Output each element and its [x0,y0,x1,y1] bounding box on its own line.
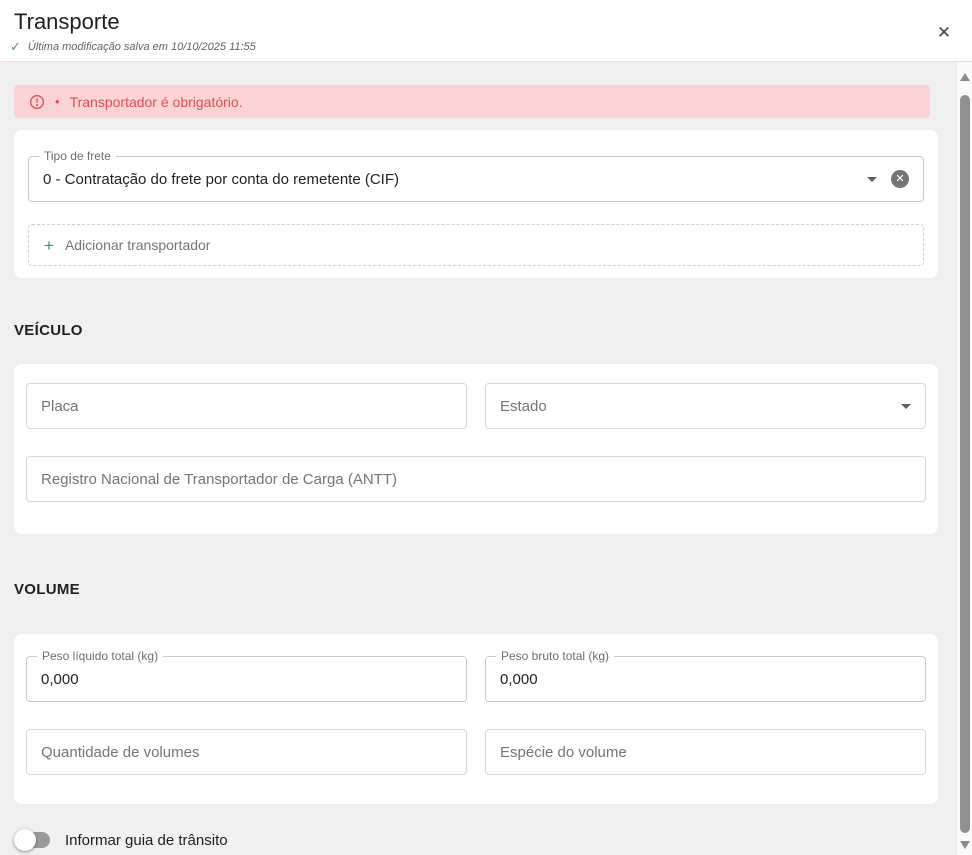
tipo-frete-select[interactable]: Tipo de frete 0 - Contratação do frete p… [28,156,924,202]
peso-bruto-label: Peso bruto total (kg) [496,649,614,664]
last-saved-status: ✓ Última modificação salva em 10/10/2025… [10,40,256,53]
close-icon: ✕ [937,23,951,42]
estado-select[interactable]: Estado [485,383,926,429]
chevron-down-icon[interactable] [867,177,877,182]
quantidade-volumes-input[interactable] [26,729,467,775]
plus-icon: + [44,237,54,254]
dialog-header: Transporte ✓ Última modificação salva em… [0,0,972,62]
check-icon: ✓ [10,40,21,53]
toggle-thumb [14,829,36,851]
antt-input[interactable] [26,456,926,502]
peso-liquido-label: Peso líquido total (kg) [37,649,163,664]
tipo-frete-value: 0 - Contratação do frete por conta do re… [29,171,867,188]
especie-volume-input[interactable] [485,729,926,775]
error-message: Transportador é obrigatório. [70,94,243,110]
peso-liquido-field[interactable]: Peso líquido total (kg) 0,000 [26,656,467,702]
peso-bruto-value: 0,000 [486,671,925,688]
peso-liquido-value: 0,000 [27,671,466,688]
freight-card: Tipo de frete 0 - Contratação do frete p… [14,130,938,278]
scrollbar-thumb[interactable] [960,95,970,833]
volume-card: Peso líquido total (kg) 0,000 Peso bruto… [14,634,938,804]
transit-guide-toggle[interactable] [14,829,52,851]
vertical-scrollbar[interactable] [956,62,972,855]
scroll-down-arrow-icon[interactable] [960,841,970,849]
estado-placeholder: Estado [500,398,547,415]
add-transportador-label: Adicionar transportador [65,237,211,253]
last-saved-text: Última modificação salva em 10/10/2025 1… [28,41,256,53]
close-button[interactable]: ✕ [934,23,954,43]
transit-guide-row: Informar guia de trânsito [14,829,956,851]
dialog-content: • Transportador é obrigatório. Tipo de f… [0,62,956,855]
error-banner: • Transportador é obrigatório. [14,85,930,118]
scroll-up-arrow-icon[interactable] [960,73,970,81]
placa-input[interactable] [26,383,467,429]
add-transportador-button[interactable]: + Adicionar transportador [28,224,924,266]
error-bullet: • [55,94,60,109]
page-title: Transporte [14,9,120,35]
transport-dialog: Transporte ✓ Última modificação salva em… [0,0,972,855]
peso-bruto-field[interactable]: Peso bruto total (kg) 0,000 [485,656,926,702]
volume-section-heading: VOLUME [14,581,956,598]
error-icon [29,94,45,110]
transit-guide-label: Informar guia de trânsito [65,832,228,849]
vehicle-card: Estado [14,364,938,534]
vehicle-section-heading: VEÍCULO [14,322,956,339]
tipo-frete-label: Tipo de frete [39,149,116,164]
chevron-down-icon [901,404,911,409]
clear-icon[interactable]: ✕ [891,170,909,188]
